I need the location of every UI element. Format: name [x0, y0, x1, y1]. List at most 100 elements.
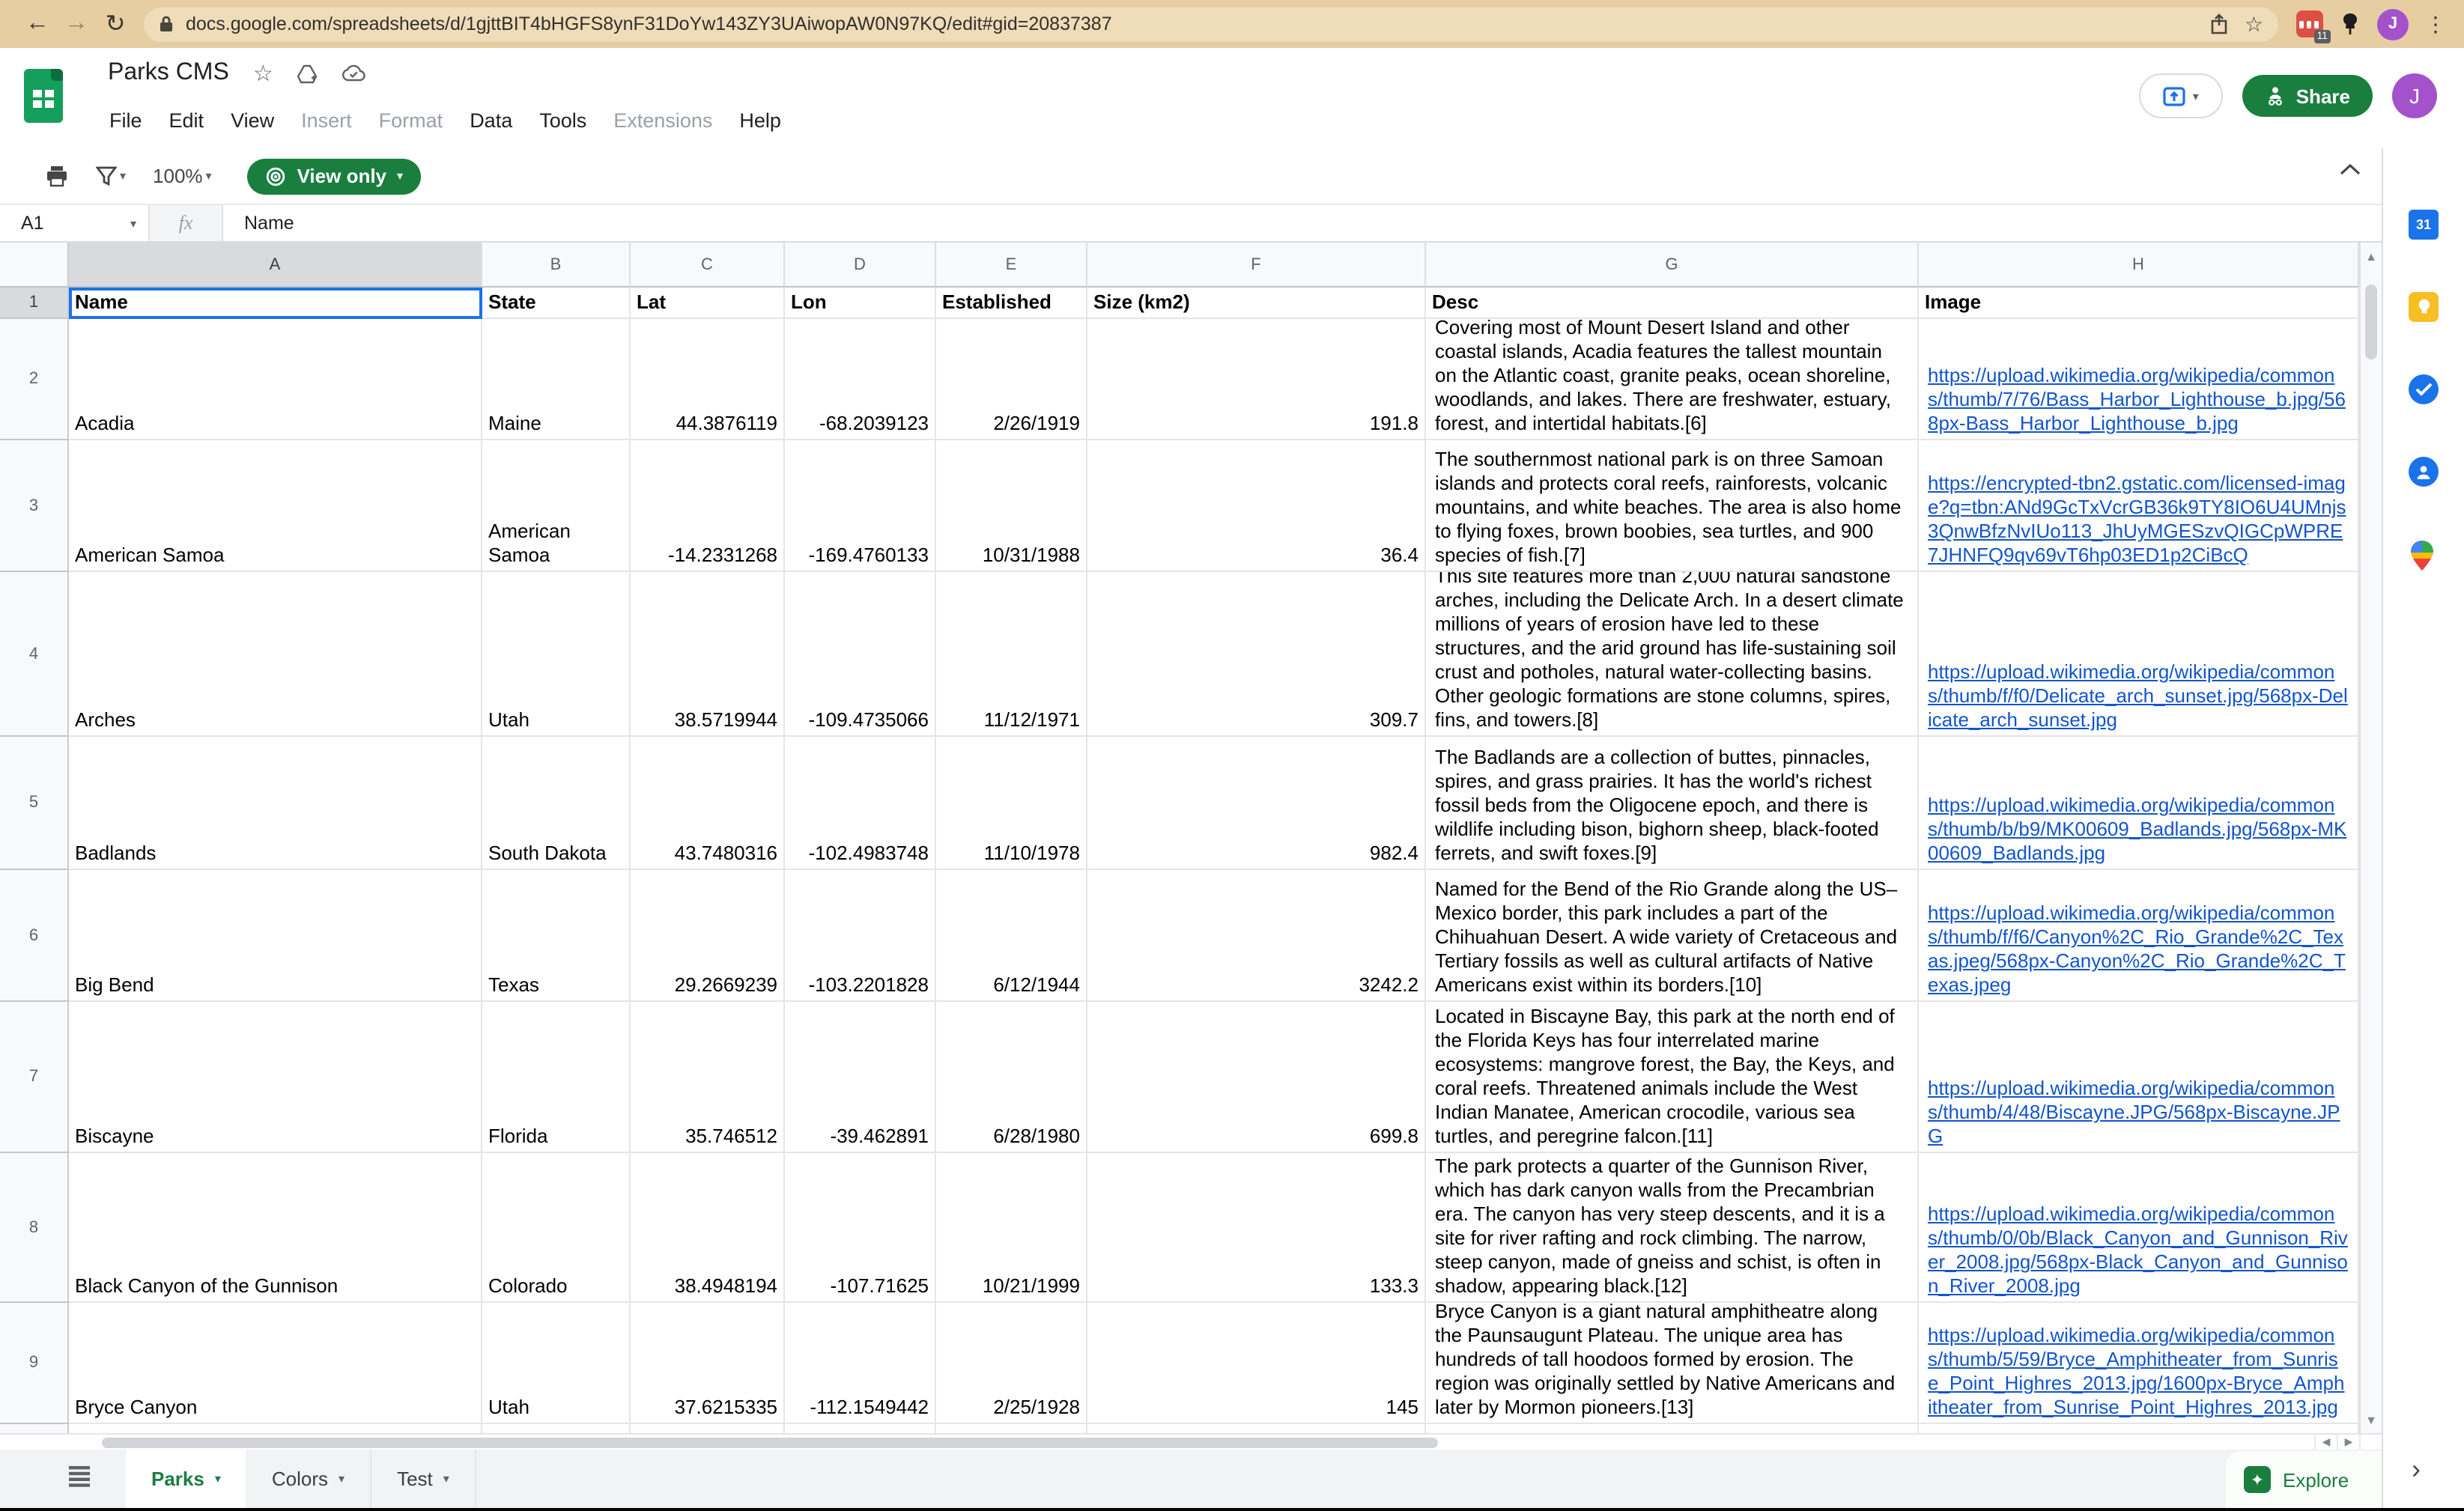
vertical-scrollbar[interactable]: ▲ ▼ — [2359, 243, 2382, 1433]
cell-state[interactable]: Utah — [482, 1303, 631, 1424]
header-cell-desc[interactable]: Desc — [1426, 288, 1919, 319]
hide-side-panel-icon[interactable]: › — [2412, 1454, 2421, 1486]
column-header-D[interactable]: D — [785, 243, 936, 288]
menu-view[interactable]: View — [217, 105, 288, 136]
cell-empty[interactable] — [785, 1424, 936, 1433]
header-cell-size-km2-[interactable]: Size (km2) — [1087, 288, 1426, 319]
google-keep-icon[interactable] — [2409, 292, 2439, 322]
google-calendar-icon[interactable]: 31 — [2409, 210, 2439, 240]
cell-empty[interactable] — [1919, 1424, 2359, 1433]
cell-established[interactable]: 11/12/1971 — [936, 572, 1087, 737]
cell-lon[interactable]: -112.1549442 — [785, 1303, 936, 1424]
page-share-icon[interactable] — [2210, 13, 2230, 34]
cell-lon[interactable]: -169.4760133 — [785, 440, 936, 572]
cell-lat[interactable]: 38.4948194 — [631, 1153, 785, 1303]
scroll-left-icon[interactable]: ◀ — [2314, 1435, 2337, 1451]
cell-desc[interactable]: This site features more than 2,000 natur… — [1426, 572, 1919, 737]
cell-state[interactable]: Maine — [482, 319, 631, 440]
extensions-pin-icon[interactable] — [2340, 12, 2361, 36]
browser-forward-icon[interactable]: → — [57, 10, 96, 37]
header-cell-image[interactable]: Image — [1919, 288, 2359, 319]
cell-image[interactable]: https://upload.wikimedia.org/wikipedia/c… — [1919, 1153, 2359, 1303]
column-header-F[interactable]: F — [1087, 243, 1426, 288]
row-header-7[interactable]: 7 — [0, 1002, 69, 1153]
cell-desc[interactable]: The Badlands are a collection of buttes,… — [1426, 737, 1919, 870]
cell-lat[interactable]: 37.6215335 — [631, 1303, 785, 1424]
cell-lon[interactable]: -103.2201828 — [785, 870, 936, 1002]
cell-established[interactable]: 6/28/1980 — [936, 1002, 1087, 1153]
cell-established[interactable]: 2/26/1919 — [936, 319, 1087, 440]
row-header-3[interactable]: 3 — [0, 440, 69, 572]
browser-reload-icon[interactable]: ↻ — [96, 9, 135, 39]
cell-lon[interactable]: -39.462891 — [785, 1002, 936, 1153]
zoom-selector[interactable]: 100% ▾ — [153, 165, 212, 187]
print-icon[interactable] — [45, 165, 69, 187]
formula-input[interactable]: Name — [223, 205, 2382, 241]
cell-size[interactable]: 982.4 — [1087, 737, 1426, 870]
share-button[interactable]: Share — [2242, 75, 2373, 117]
cell-name[interactable]: Biscayne — [69, 1002, 482, 1153]
account-avatar[interactable]: J — [2392, 73, 2437, 118]
cell-name[interactable]: Bryce Canyon — [69, 1303, 482, 1424]
scroll-right-icon[interactable]: ▶ — [2337, 1435, 2359, 1451]
browser-menu-icon[interactable]: ⋮ — [2425, 11, 2446, 37]
row-header-6[interactable]: 6 — [0, 870, 69, 1002]
cell-size[interactable]: 191.8 — [1087, 319, 1426, 440]
cell-name[interactable]: Arches — [69, 572, 482, 737]
cell-lat[interactable]: 35.746512 — [631, 1002, 785, 1153]
menu-file[interactable]: File — [96, 105, 156, 136]
cell-empty[interactable] — [936, 1424, 1087, 1433]
column-header-E[interactable]: E — [936, 243, 1087, 288]
row-header-8[interactable]: 8 — [0, 1153, 69, 1303]
column-header-G[interactable]: G — [1426, 243, 1919, 288]
google-tasks-icon[interactable] — [2409, 374, 2439, 404]
add-to-drive-icon[interactable] — [297, 64, 318, 83]
tab-menu-caret-icon[interactable]: ▾ — [339, 1472, 345, 1486]
column-header-B[interactable]: B — [482, 243, 631, 288]
browser-profile-avatar[interactable]: J — [2377, 8, 2409, 40]
row-header-1[interactable]: 1 — [0, 288, 69, 319]
tab-menu-caret-icon[interactable]: ▾ — [215, 1472, 221, 1486]
cell-desc[interactable]: Located in Biscayne Bay, this park at th… — [1426, 1002, 1919, 1153]
header-cell-lat[interactable]: Lat — [631, 288, 785, 319]
cell-lon[interactable]: -109.4735066 — [785, 572, 936, 737]
google-contacts-icon[interactable] — [2409, 457, 2439, 487]
cell-empty[interactable] — [1426, 1424, 1919, 1433]
collapse-toolbar-icon[interactable] — [2340, 163, 2361, 175]
cell-empty[interactable] — [69, 1424, 482, 1433]
cell-established[interactable]: 10/31/1988 — [936, 440, 1087, 572]
cell-established[interactable]: 6/12/1944 — [936, 870, 1087, 1002]
menu-help[interactable]: Help — [726, 105, 795, 136]
cell-name[interactable]: Badlands — [69, 737, 482, 870]
cell-lat[interactable]: 43.7480316 — [631, 737, 785, 870]
cell-image[interactable]: https://upload.wikimedia.org/wikipedia/c… — [1919, 1002, 2359, 1153]
vertical-scroll-thumb[interactable] — [2365, 285, 2377, 359]
header-cell-name[interactable]: Name — [69, 288, 482, 319]
row-header-9[interactable]: 9 — [0, 1303, 69, 1424]
cell-state[interactable]: Utah — [482, 572, 631, 737]
cell-state[interactable]: American Samoa — [482, 440, 631, 572]
cell-state[interactable]: Texas — [482, 870, 631, 1002]
all-sheets-icon[interactable] — [69, 1466, 90, 1487]
scroll-down-icon[interactable]: ▼ — [2361, 1414, 2382, 1427]
cell-desc[interactable]: Bryce Canyon is a giant natural amphithe… — [1426, 1303, 1919, 1424]
cell-image[interactable]: https://upload.wikimedia.org/wikipedia/c… — [1919, 319, 2359, 440]
header-cell-established[interactable]: Established — [936, 288, 1087, 319]
cell-empty[interactable] — [482, 1424, 631, 1433]
cell-state[interactable]: South Dakota — [482, 737, 631, 870]
view-only-button[interactable]: View only ▾ — [248, 158, 422, 194]
cell-lon[interactable]: -102.4983748 — [785, 737, 936, 870]
cell-name[interactable]: Acadia — [69, 319, 482, 440]
cell-size[interactable]: 699.8 — [1087, 1002, 1426, 1153]
cell-lat[interactable]: 38.5719944 — [631, 572, 785, 737]
cell-desc[interactable]: Named for the Bend of the Rio Grande alo… — [1426, 870, 1919, 1002]
row-header-5[interactable]: 5 — [0, 737, 69, 870]
cell-size[interactable]: 133.3 — [1087, 1153, 1426, 1303]
cell-image[interactable]: https://encrypted-tbn2.gstatic.com/licen… — [1919, 440, 2359, 572]
row-header-10[interactable] — [0, 1424, 69, 1433]
column-header-A[interactable]: A — [69, 243, 482, 288]
cell-lon[interactable]: -107.71625 — [785, 1153, 936, 1303]
tab-menu-caret-icon[interactable]: ▾ — [443, 1472, 449, 1486]
star-icon[interactable]: ☆ — [253, 62, 273, 85]
column-header-C[interactable]: C — [631, 243, 785, 288]
